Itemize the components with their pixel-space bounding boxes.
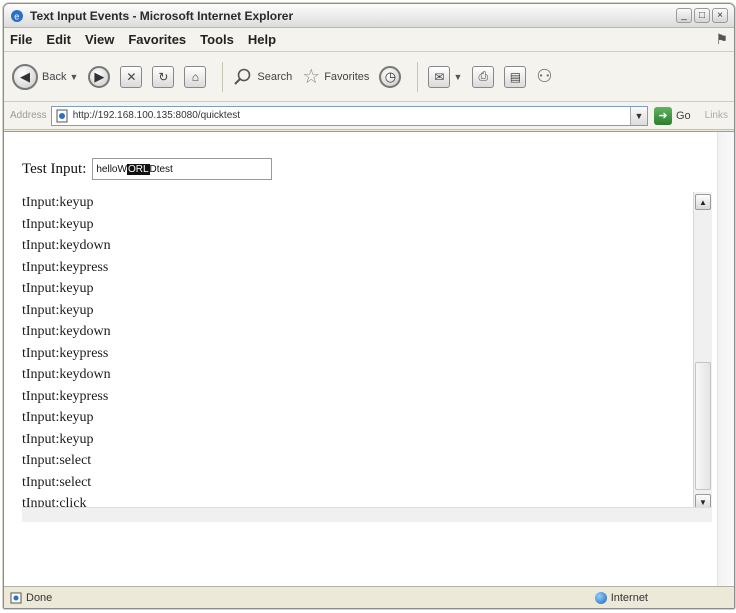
chevron-down-icon: ▼: [69, 71, 79, 82]
print-button[interactable]: ⎙: [472, 65, 495, 88]
search-label: Search: [257, 70, 293, 83]
menu-favorites[interactable]: Favorites: [128, 32, 186, 47]
favorites-button[interactable]: ☆ Favorites: [302, 64, 369, 89]
refresh-icon: ↻: [152, 65, 175, 88]
go-label: Go: [675, 109, 691, 122]
messenger-button[interactable]: ⚇: [536, 66, 552, 87]
event-log-line: tInput:keyup: [22, 195, 94, 210]
address-label: Address: [10, 110, 47, 121]
print-icon: ⎙: [472, 65, 495, 88]
address-input[interactable]: http://192.168.100.135:8080/quicktest ▼: [50, 105, 648, 126]
ie-logo-icon: e: [11, 9, 23, 22]
toolbar-divider: [222, 61, 224, 92]
address-dropdown-icon[interactable]: ▼: [629, 106, 647, 125]
event-log-line: tInput:keydown: [22, 324, 111, 339]
forward-button[interactable]: ▶: [88, 65, 111, 88]
input-selected-text: ORL: [126, 163, 150, 175]
menu-help[interactable]: Help: [248, 32, 276, 47]
event-log-line: tInput:keyup: [22, 410, 94, 425]
maximize-button[interactable]: □: [694, 8, 710, 23]
mail-icon: ✉: [428, 65, 451, 88]
event-log-line: tInput:keydown: [22, 238, 111, 253]
page-content: Test Input: helloW ORL Dtest tInput:keyup t…: [4, 131, 734, 586]
go-button[interactable]: ➜ Go: [653, 106, 691, 125]
search-icon: [234, 68, 251, 85]
browser-window: e Text Input Events - Microsoft Internet…: [3, 3, 735, 609]
messenger-icon: ⚇: [536, 66, 553, 86]
menu-view[interactable]: View: [85, 32, 114, 47]
status-text: Done: [26, 591, 53, 604]
page-done-icon: [10, 592, 22, 603]
chevron-down-icon: ▼: [453, 71, 463, 82]
window-controls: _ □ ×: [676, 8, 728, 23]
internet-globe-icon: [594, 591, 607, 604]
test-input-row: Test Input: helloW ORL Dtest: [22, 158, 273, 180]
address-bar: Address http://192.168.100.135:8080/quic…: [4, 102, 734, 130]
title-bar[interactable]: e Text Input Events - Microsoft Internet…: [4, 4, 734, 28]
scroll-up-icon[interactable]: ▲: [695, 194, 711, 210]
menu-tools[interactable]: Tools: [200, 32, 234, 47]
search-button[interactable]: Search: [233, 67, 292, 87]
test-input-label: Test Input:: [22, 160, 87, 177]
events-textarea[interactable]: tInput:keyup tInput:keyup tInput:keydown tI…: [22, 192, 712, 522]
svg-text:e: e: [14, 11, 19, 21]
standard-toolbar: ◀ Back ▼ ▶ ✕ ↻ ⌂ Search ☆ Favorites ◷ ✉ …: [4, 52, 734, 102]
event-log-line: tInput:keydown: [22, 367, 111, 382]
page-scrollbar[interactable]: [717, 132, 734, 586]
minimize-button[interactable]: _: [676, 8, 692, 23]
stop-button[interactable]: ✕: [120, 65, 143, 88]
page-icon: [56, 109, 68, 122]
links-button[interactable]: Links: [705, 110, 728, 121]
history-button[interactable]: ◷: [379, 65, 402, 88]
events-log: tInput:keyup tInput:keyup tInput:keydown tI…: [22, 192, 692, 508]
event-log-line: tInput:keypress: [22, 345, 109, 361]
events-horizontal-scrollbar[interactable]: [22, 507, 712, 522]
event-log-line: tInput:keyup: [22, 302, 94, 318]
menu-file[interactable]: File: [10, 32, 32, 47]
event-log-line: tInput:keyup: [22, 431, 94, 447]
window-title: Text Input Events - Microsoft Internet E…: [30, 8, 294, 23]
windows-flag-icon: ⚑: [715, 31, 728, 47]
back-arrow-icon: ◀: [12, 63, 38, 90]
history-icon: ◷: [379, 65, 402, 88]
edit-icon: ▤: [504, 65, 527, 88]
event-log-line: tInput:keypress: [22, 388, 109, 404]
stop-icon: ✕: [120, 65, 143, 88]
security-zone: Internet: [594, 591, 648, 604]
star-icon: ☆: [302, 66, 321, 88]
edit-button[interactable]: ▤: [504, 65, 527, 88]
zone-label: Internet: [610, 591, 648, 604]
input-text-before: helloW: [96, 163, 127, 175]
menu-bar: File Edit View Favorites Tools Help ⚑: [4, 28, 734, 52]
go-arrow-icon: ➜: [653, 106, 672, 125]
event-log-line: tInput:select: [22, 474, 92, 490]
event-log-line: tInput:select: [22, 453, 92, 468]
close-button[interactable]: ×: [712, 8, 728, 23]
address-url: http://192.168.100.135:8080/quicktest: [72, 110, 241, 121]
status-bar: Done Internet: [4, 586, 734, 608]
scroll-thumb[interactable]: [695, 362, 711, 490]
menu-edit[interactable]: Edit: [46, 32, 71, 47]
home-icon: ⌂: [184, 65, 207, 88]
test-input-field[interactable]: helloW ORL Dtest: [92, 158, 273, 180]
events-vertical-scrollbar[interactable]: ▲ ▼: [693, 192, 712, 512]
event-log-line: tInput:keyup: [22, 216, 94, 232]
home-button[interactable]: ⌂: [184, 65, 207, 88]
input-text-after: Dtest: [149, 163, 173, 175]
favorites-label: Favorites: [324, 70, 370, 83]
back-button[interactable]: ◀ Back ▼: [12, 63, 79, 90]
refresh-button[interactable]: ↻: [152, 65, 175, 88]
mail-button[interactable]: ✉ ▼: [428, 65, 463, 88]
toolbar-divider: [417, 61, 419, 92]
back-label: Back: [42, 70, 67, 83]
event-log-line: tInput:click: [22, 496, 87, 508]
event-log-line: tInput:keypress: [22, 259, 109, 275]
forward-arrow-icon: ▶: [88, 65, 111, 88]
event-log-line: tInput:keyup: [22, 281, 94, 296]
